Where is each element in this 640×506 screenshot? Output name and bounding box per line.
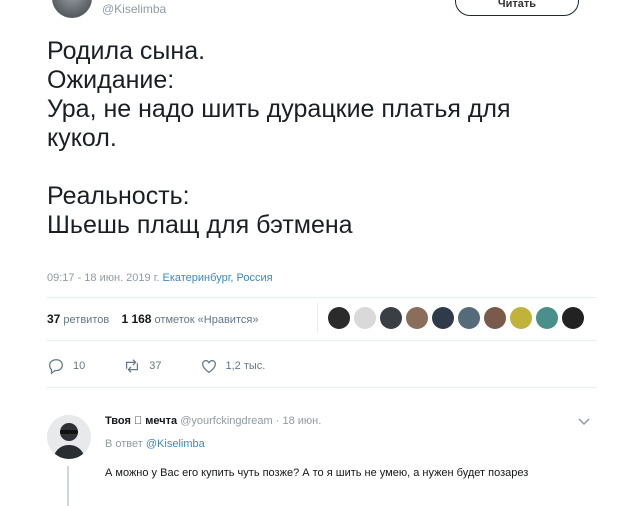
likes-label[interactable]: отметок «Нравится» [155, 314, 259, 326]
liker-avatar[interactable] [432, 307, 454, 329]
chevron-down-icon[interactable] [578, 418, 590, 426]
reply-to-handle[interactable]: @Kiselimba [146, 438, 205, 450]
divider [47, 387, 597, 388]
tweet-meta: 09:17 - 18 июн. 2019 г. Екатеринбург, Ро… [47, 272, 273, 284]
retweets-label[interactable]: ретвитов [63, 314, 109, 326]
retweet-count: 37 [149, 360, 162, 372]
reply-author-handle[interactable]: @yourfckingdream [180, 415, 272, 427]
stats-separator [317, 303, 318, 333]
liker-avatars [328, 307, 584, 331]
reply-icon [49, 359, 63, 375]
reply-author-name[interactable]: Твоя ⃞ мечта [105, 415, 177, 427]
reply-date[interactable]: · 18 июн. [276, 415, 322, 427]
tweet-line: Родила сына. [47, 37, 206, 65]
liker-avatar[interactable] [562, 307, 584, 329]
retweets-count[interactable]: 37 [47, 312, 60, 326]
tweet-actions: 10 37 1,2 тыс. [47, 357, 303, 375]
reply-avatar-image [47, 415, 91, 459]
tweet-line: Шьешь плащ для бэтмена [47, 211, 353, 239]
like-count: 1,2 тыс. [225, 360, 266, 372]
reply-avatar[interactable] [47, 415, 91, 459]
tweet-line: Ожидание: [47, 66, 175, 94]
liker-avatar[interactable] [484, 307, 506, 329]
retweet-icon [126, 359, 139, 373]
divider [47, 297, 597, 298]
divider [47, 340, 597, 341]
tweet-timestamp[interactable]: 09:17 - 18 июн. 2019 г. [47, 272, 159, 284]
liker-avatar[interactable] [380, 307, 402, 329]
liker-avatar[interactable] [328, 307, 350, 329]
liker-avatar[interactable] [510, 307, 532, 329]
tweet-text: Родила сына. Ожидание: Ура, не надо шить… [47, 37, 607, 240]
reply-button[interactable]: 10 [47, 357, 85, 375]
likes-count[interactable]: 1 168 [121, 312, 151, 326]
reply-to-label: В ответ [105, 438, 143, 450]
reply-context: В ответ @Kiselimba [105, 438, 205, 450]
tweet-location[interactable]: Екатеринбург, Россия [163, 272, 273, 284]
liker-avatar[interactable] [406, 307, 428, 329]
author-avatar[interactable] [52, 0, 92, 18]
like-button[interactable]: 1,2 тыс. [200, 357, 266, 375]
liker-avatar[interactable] [536, 307, 558, 329]
retweet-button[interactable]: 37 [123, 357, 162, 375]
tweet-stats: 37 ретвитов 1 168 отметок «Нравится» [47, 312, 258, 326]
reply-header: Твоя ⃞ мечта @yourfckingdream · 18 июн. [105, 415, 321, 427]
heart-icon [201, 359, 216, 374]
reply-text: А можно у Вас его купить чуть позже? А т… [105, 467, 529, 479]
liker-avatar[interactable] [458, 307, 480, 329]
liker-avatar[interactable] [354, 307, 376, 329]
tweet-line: Ура, не надо шить дурацкие платья для [47, 95, 511, 123]
tweet-line: кукол. [47, 124, 117, 152]
thread-line [67, 466, 69, 506]
author-handle[interactable]: @Kiselimba [102, 2, 166, 16]
follow-button[interactable]: Читать [455, 0, 579, 16]
reply-count: 10 [73, 360, 86, 372]
tweet-line: Реальность: [47, 182, 190, 210]
